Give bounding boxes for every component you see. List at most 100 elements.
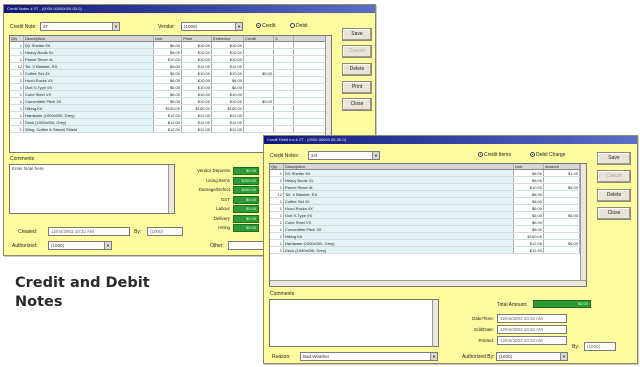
row-s bbox=[274, 42, 294, 48]
credit-debit-window: Credit Debit Inv # 2T - (0000-00000 00-0… bbox=[263, 135, 638, 364]
row-qty: 1 bbox=[10, 98, 24, 104]
grid-hscrollbar[interactable] bbox=[270, 280, 586, 286]
col-s[interactable]: S bbox=[274, 36, 294, 41]
row-unit: $12.00 bbox=[154, 112, 182, 118]
table-row[interactable]: 1 Heavy Boots XL $6.00 bbox=[270, 177, 586, 184]
table-row[interactable]: 1 Outl X-Type 9X $6.00 $5.00 bbox=[270, 212, 586, 219]
chevron-down-icon[interactable]: ▼ bbox=[104, 242, 111, 249]
col-description[interactable]: Description bbox=[284, 164, 514, 169]
row-s bbox=[274, 119, 294, 125]
close-button[interactable]: Close bbox=[342, 98, 372, 111]
table-row[interactable]: 1 Hardware (1000x000, Grey) $12.00 $12.00 $1… bbox=[10, 112, 331, 119]
authorized-select[interactable]: (1000) ▼ bbox=[48, 241, 112, 250]
table-row[interactable]: 1 Cube Steel VX $6.00 $10.00 $10.00 bbox=[10, 91, 331, 98]
cancel-button[interactable]: Cancel bbox=[342, 45, 372, 58]
table-row[interactable]: 1 Hood Rucks 4X $6.00 $10.00 $6.00 bbox=[10, 77, 331, 84]
items-grid[interactable]: Qty Description Unit Amount 1 DX Shelter … bbox=[269, 163, 587, 287]
chevron-down-icon[interactable]: ▼ bbox=[560, 353, 567, 360]
date-field[interactable]: 12/04/2003 10:32 AM bbox=[497, 336, 567, 345]
table-row[interactable]: 1 DX Shelter Kit $6.00 $10.00 $10.00 bbox=[10, 42, 331, 49]
close-button[interactable]: Close bbox=[597, 207, 631, 220]
table-row[interactable]: 1 Hiking Kit $100.00 bbox=[270, 233, 586, 240]
col-extended[interactable]: Extended bbox=[212, 36, 244, 41]
credit-note-select[interactable]: 3T ▼ bbox=[40, 22, 120, 31]
col-unit[interactable]: Unit bbox=[514, 164, 544, 169]
delete-button[interactable]: Delete bbox=[342, 63, 372, 76]
row-qty: 1 bbox=[270, 170, 284, 176]
window-title: Credit Debit Inv # 2T - (0000-00000 00-0… bbox=[264, 136, 637, 144]
table-row[interactable]: 1 Coffee Set 4X $6.00 bbox=[270, 198, 586, 205]
by-field[interactable]: (1000) bbox=[147, 227, 183, 236]
row-qty: 1 bbox=[270, 177, 284, 183]
row-qty: 1 bbox=[10, 112, 24, 118]
delete-button[interactable]: Delete bbox=[597, 189, 631, 202]
table-row[interactable]: 1 Cube Steel VX $6.00 bbox=[270, 219, 586, 226]
chevron-down-icon[interactable]: ▼ bbox=[235, 23, 242, 30]
col-amount[interactable]: Amount bbox=[544, 164, 580, 169]
col-qty[interactable]: Qty bbox=[10, 36, 24, 41]
comments-scrollbar[interactable] bbox=[432, 300, 438, 346]
authorized-select[interactable]: (1000) ▼ bbox=[496, 352, 568, 361]
table-row[interactable]: 1 Wing, Coffee & Stencil Shield $12.00 $12.… bbox=[10, 126, 331, 133]
table-row[interactable]: 1 Hood Rucks 4X $6.00 bbox=[270, 205, 586, 212]
total-value: $200.00 bbox=[233, 176, 259, 185]
table-row[interactable]: 1 Parcel Stove 4L $10.00 $10.00 $10.00 bbox=[10, 56, 331, 63]
row-unit: $10.00 bbox=[154, 56, 182, 62]
created-field[interactable]: 12/04/2003 10:32 AM bbox=[48, 227, 130, 236]
other-field[interactable] bbox=[228, 241, 268, 250]
credit-items-checkbox[interactable]: Credit Items bbox=[478, 152, 511, 158]
save-button[interactable]: Save bbox=[342, 28, 372, 41]
chevron-down-icon[interactable]: ▼ bbox=[372, 152, 379, 159]
table-row[interactable]: 1 Convertible Pitch 3X $6.00 $10.00 $10.00 $5… bbox=[10, 98, 331, 105]
table-row[interactable]: 1 Convertible Pitch 3X $6.00 bbox=[270, 226, 586, 233]
row-description: Outl X-Type 9X bbox=[24, 84, 154, 90]
row-description: Hood Rucks 4X bbox=[24, 77, 154, 83]
table-row[interactable]: 1 Deck (1000x000, Grey) $12.00 bbox=[270, 247, 586, 254]
table-row[interactable]: 12 Tel. V Blanket, RX $6.00 bbox=[270, 191, 586, 198]
row-s bbox=[274, 77, 294, 83]
row-description: DX Shelter Kit bbox=[284, 170, 514, 176]
row-s bbox=[274, 70, 294, 76]
comments-scrollbar[interactable] bbox=[168, 165, 174, 213]
col-credit[interactable]: Credit bbox=[244, 36, 274, 41]
reason-select[interactable]: Bad Weather ▼ bbox=[300, 352, 438, 361]
save-button[interactable]: Save bbox=[597, 152, 631, 165]
caption-line-1: Credit and Debit bbox=[15, 275, 150, 291]
row-description: Wing, Coffee & Stencil Shield bbox=[24, 126, 154, 132]
col-qty[interactable]: Qty bbox=[270, 164, 284, 169]
credit-radio[interactable]: Credit bbox=[256, 23, 275, 29]
row-amount: $6.00 bbox=[544, 240, 580, 246]
debit-radio[interactable]: Debit bbox=[290, 23, 308, 29]
debit-charge-checkbox[interactable]: Debit Charge bbox=[530, 152, 565, 158]
row-description: Convertible Pitch 3X bbox=[24, 98, 154, 104]
total-value: $0.00 bbox=[233, 167, 259, 175]
chevron-down-icon[interactable]: ▼ bbox=[112, 23, 119, 30]
col-price[interactable]: Price bbox=[182, 36, 212, 41]
table-row[interactable]: 1 Outl X-Type 9X $6.00 $10.00 $6.00 bbox=[10, 84, 331, 91]
grid-scrollbar[interactable] bbox=[580, 164, 586, 286]
table-row[interactable]: 1 Hardware (1000x000, Grey) $12.00 $6.00 bbox=[270, 240, 586, 247]
table-row[interactable]: 1 Hiking Kit $100.00 $100.00 $100.00 bbox=[10, 105, 331, 112]
credit-note-select[interactable]: 2/3 ▼ bbox=[308, 151, 380, 160]
date-field[interactable]: 12/04/2003 10:32 AM bbox=[497, 325, 567, 334]
table-row[interactable]: 1 Parcel Stove 4L $10.00 $5.00 bbox=[270, 184, 586, 191]
table-row[interactable]: 1 Heavy Boots XL $6.00 $10.00 $10.00 bbox=[10, 49, 331, 56]
row-unit: $6.00 bbox=[154, 42, 182, 48]
date-field[interactable]: 12/04/2003 10:32 AM bbox=[497, 314, 567, 323]
col-unit[interactable]: Unit bbox=[154, 36, 182, 41]
comments-box[interactable] bbox=[269, 299, 439, 347]
print-button[interactable]: Print bbox=[342, 81, 372, 94]
row-extended: $10.00 bbox=[212, 91, 244, 97]
chevron-down-icon[interactable]: ▼ bbox=[430, 353, 437, 360]
authorized-value: (1000) bbox=[499, 354, 513, 359]
table-row[interactable]: 1 Deck (1000x000, Grey) $12.00 $12.00 $12.00 bbox=[10, 119, 331, 126]
table-row[interactable]: 1 Coffee Set 4X $6.00 $10.00 $10.00 $5.00 bbox=[10, 70, 331, 77]
row-s bbox=[274, 56, 294, 62]
comments-box[interactable]: Enter Note here bbox=[9, 164, 175, 214]
table-row[interactable]: 12 Tel. V Blanket, RX $6.00 $12.00 $12.00 bbox=[10, 63, 331, 70]
by-field[interactable]: (1000) bbox=[584, 342, 616, 351]
table-row[interactable]: 1 DX Shelter Kit $6.00 $1.40 bbox=[270, 170, 586, 177]
vendor-select[interactable]: (1000) ▼ bbox=[181, 22, 243, 31]
cancel-button[interactable]: Cancel bbox=[597, 170, 631, 183]
col-description[interactable]: Description bbox=[24, 36, 154, 41]
